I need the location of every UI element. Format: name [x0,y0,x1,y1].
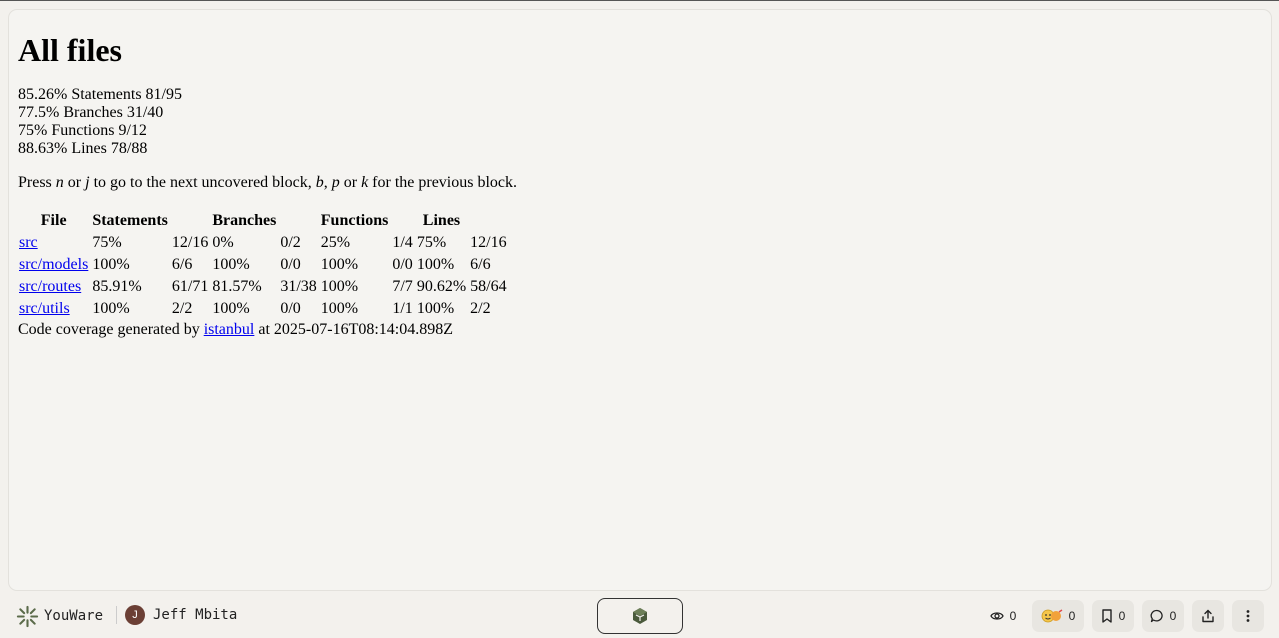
report-frame: All files 85.26% Statements 81/95 77.5% … [8,9,1272,591]
summary-branches: 77.5% Branches 31/40 [18,104,164,121]
share-button[interactable] [1192,600,1224,632]
reactions-count: 0 [1068,609,1076,623]
file-cell[interactable]: src/utils [18,299,89,319]
col-branches: Branches [212,212,277,229]
coverage-report: All files 85.26% Statements 81/95 77.5% … [18,10,517,339]
file-link-src-utils[interactable]: src/utils [19,300,70,317]
summary-statements: 85.26% Statements 81/95 [18,86,182,103]
youware-logo-icon [16,605,39,627]
file-cell[interactable]: src/routes [18,277,89,297]
coverage-summary: 85.26% Statements 81/95 77.5% Branches 3… [18,86,517,158]
table-row: src/models 100% 6/6 100% 0/0 100% 0/0 10… [18,255,491,275]
summary-lines: 88.63% Lines 78/88 [18,140,148,157]
divider [116,606,117,624]
coverage-table: File Statements Branches Functions Lines… [16,209,510,321]
brand-name: YouWare [44,608,104,624]
table-row: src/routes 85.91% 61/71 81.57% 31/38 100… [18,277,507,297]
keyboard-hint: Press n or j to go to the next uncovered… [18,174,518,191]
col-functions: Functions [320,212,389,229]
views-count: 0 [1009,609,1017,623]
remix-button[interactable] [597,598,683,634]
eye-icon [989,612,1004,620]
istanbul-link[interactable]: istanbul [204,321,255,338]
more-vertical-icon [1246,610,1250,622]
top-border [0,0,1279,1]
summary-functions: 75% Functions 9/12 [18,122,147,139]
cube-icon [633,608,647,624]
table-row: src 75% 12/16 0% 0/2 25% 1/4 75% 12/16 [18,233,507,253]
views-counter[interactable]: 0 [984,600,1022,632]
page-title: All files [18,32,122,68]
bookmark-button[interactable]: 0 [1092,600,1134,632]
file-cell[interactable]: src [18,233,89,253]
author[interactable]: J Jeff Mbita [125,605,237,625]
file-link-src-models[interactable]: src/models [19,256,88,273]
file-link-src[interactable]: src [19,234,38,251]
bookmark-icon [1101,609,1112,623]
file-link-src-routes[interactable]: src/routes [19,278,81,295]
share-icon [1202,609,1214,623]
file-cell[interactable]: src/models [18,255,89,275]
col-lines: Lines [422,212,461,229]
table-header-row: File Statements Branches Functions Lines [18,211,508,231]
bottom-toolbar: YouWare J Jeff Mbita 0 0 0 0 [0,594,1279,638]
comment-icon [1150,609,1163,623]
emoji-reaction-icon [1041,609,1063,623]
author-name: Jeff Mbita [153,607,238,623]
col-statements: Statements [92,212,168,229]
avatar: J [125,605,145,625]
bookmarks-count: 0 [1118,609,1126,623]
comments-button[interactable]: 0 [1142,600,1184,632]
brand[interactable]: YouWare [16,604,103,628]
col-file: File [40,212,67,229]
report-footer: Code coverage generated by istanbul at 2… [18,321,453,338]
table-row: src/utils 100% 2/2 100% 0/0 100% 1/1 100… [18,299,491,319]
comments-count: 0 [1169,609,1177,623]
more-menu-button[interactable] [1232,600,1264,632]
reactions-button[interactable]: 0 [1032,600,1084,632]
